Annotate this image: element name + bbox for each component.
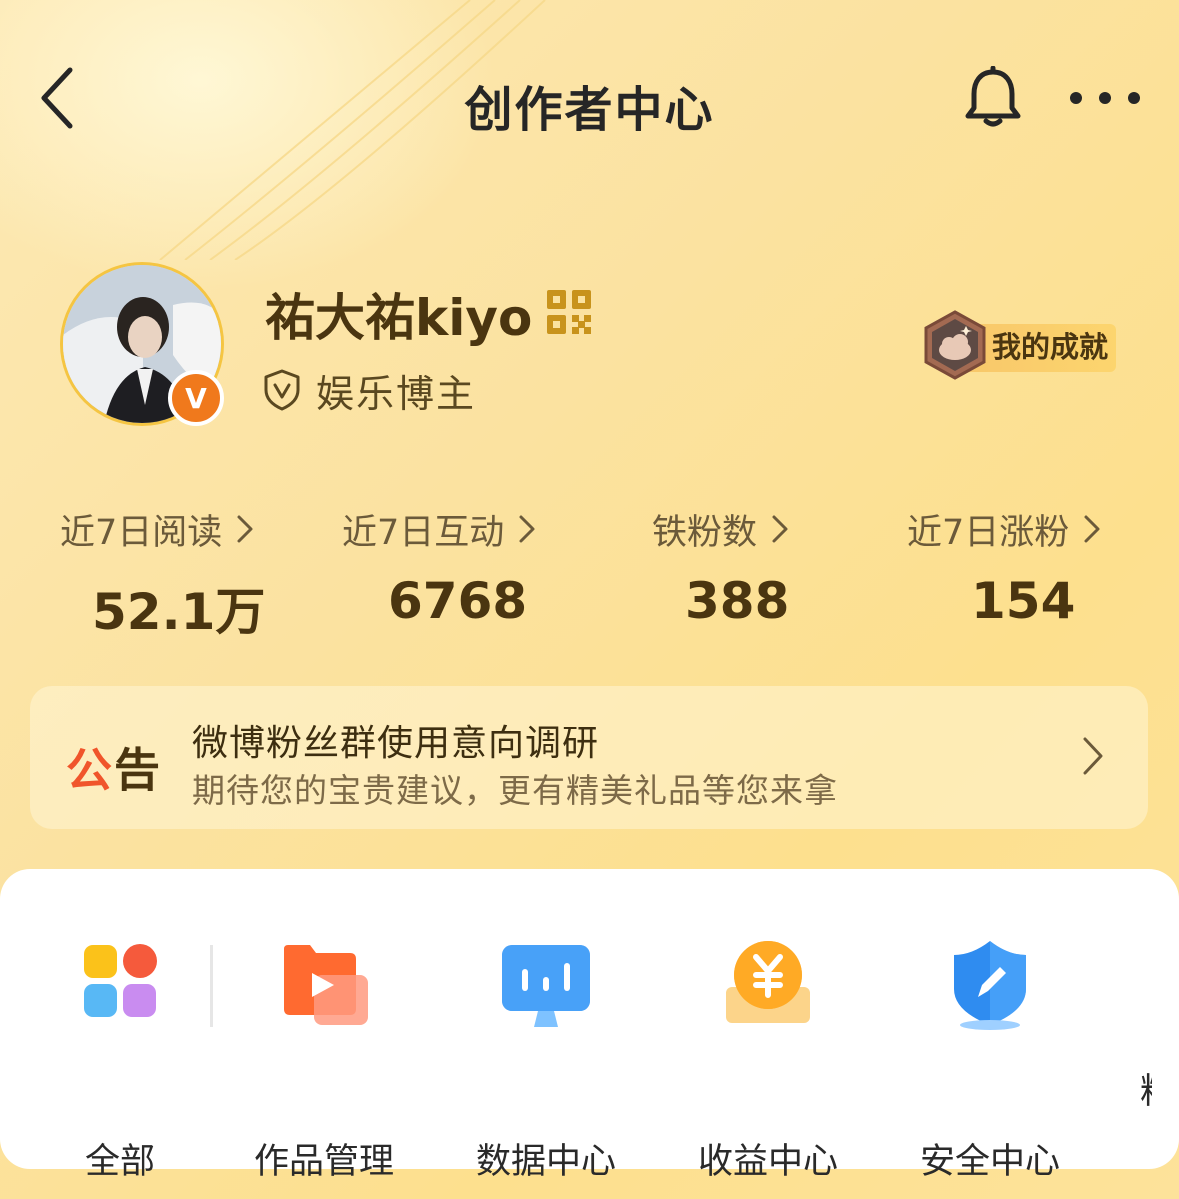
stat-value: 154	[971, 572, 1076, 630]
tools-panel: 全部 作品管理 数据中心 收益中心 安全中心	[0, 869, 1179, 1182]
qr-code-icon	[547, 290, 591, 334]
stat-label: 近7日阅读	[60, 504, 254, 555]
stat-label-text: 近7日互动	[342, 513, 505, 553]
chevron-right-icon	[772, 515, 788, 543]
achievement-label: 我的成就	[992, 330, 1109, 364]
chevron-right-icon	[1084, 515, 1100, 543]
tool-label-partial[interactable]: 粉	[1140, 1063, 1152, 1114]
shield-v-icon	[264, 369, 300, 411]
video-folder-icon	[284, 945, 368, 1025]
stat-label: 近7日互动	[342, 504, 536, 555]
tool-label: 安全中心	[919, 1142, 1060, 1182]
role-label: 娱乐博主	[316, 371, 477, 416]
shield-pen-icon	[954, 941, 1026, 1030]
achievement-button[interactable]: 我的成就	[922, 310, 1116, 380]
divider	[210, 945, 213, 1027]
role-tag: 娱乐博主	[262, 362, 476, 418]
announcement-tag-first: 公	[66, 743, 114, 797]
stat-label: 铁粉数	[652, 504, 789, 555]
stat-label-text: 铁粉数	[652, 513, 758, 553]
more-dots-icon	[1070, 92, 1140, 104]
tool-label: 数据中心	[475, 1142, 616, 1182]
notification-button[interactable]	[960, 62, 1026, 132]
username: 祐大祐kiyo	[265, 289, 533, 347]
qr-code-button[interactable]	[545, 288, 593, 336]
chevron-right-icon	[519, 515, 535, 543]
tool-label: 作品管理	[253, 1142, 394, 1182]
bell-icon	[965, 66, 1021, 127]
announcement-subtitle: 期待您的宝贵建议，更有精美礼品等您来拿	[192, 771, 838, 810]
tool-label: 全部	[84, 1142, 155, 1182]
stats-row: 近7日阅读 52.1万 近7日互动 6768 铁粉数 388 近7日涨粉 154	[0, 500, 1179, 641]
tool-label: 收益中心	[697, 1142, 838, 1182]
stat-label-text: 近7日涨粉	[907, 513, 1070, 553]
verified-badge: V	[168, 370, 224, 426]
stat-value: 52.1万	[92, 583, 266, 641]
top-bar: 创作者中心	[0, 40, 1179, 160]
announcement-title: 微博粉丝群使用意向调研	[192, 723, 600, 764]
chevron-right-icon	[237, 515, 253, 543]
more-button[interactable]	[1062, 78, 1148, 118]
stat-value: 388	[685, 572, 790, 630]
stat-value: 6768	[388, 572, 528, 630]
announcement-banner[interactable]: 公告 微博粉丝群使用意向调研 期待您的宝贵建议，更有精美礼品等您来拿	[30, 686, 1148, 829]
announcement-tag-second: 告	[114, 743, 162, 797]
grid-apps-icon	[84, 944, 157, 1017]
stat-label-text: 近7日阅读	[60, 513, 223, 553]
chevron-right-icon	[1083, 737, 1103, 775]
data-chart-icon	[502, 945, 590, 1027]
yuan-coin-icon	[726, 941, 810, 1023]
stat-label: 近7日涨粉	[907, 504, 1101, 555]
announcement-tag: 公告	[66, 734, 162, 800]
medal-icon	[924, 310, 986, 380]
